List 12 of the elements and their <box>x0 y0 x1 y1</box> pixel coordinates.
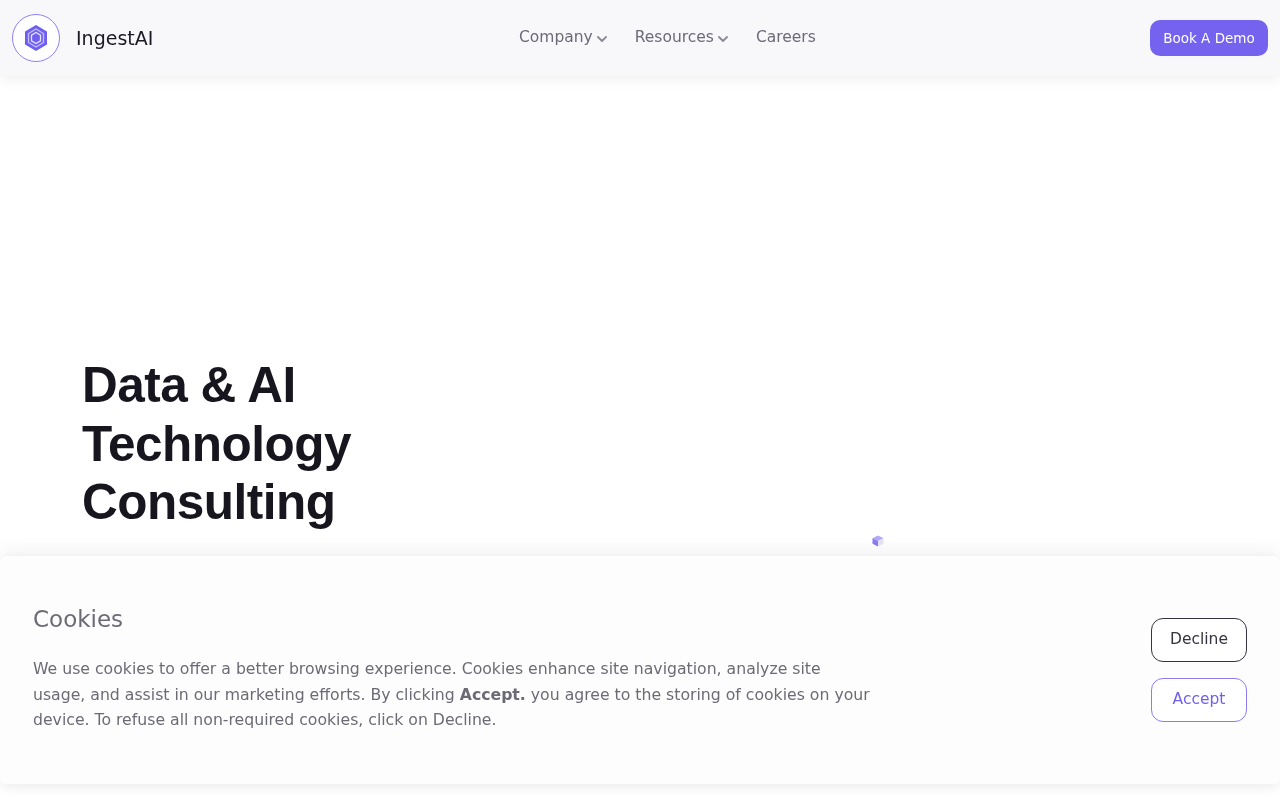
cube-icon <box>872 535 884 547</box>
nav-link[interactable]: Company <box>519 26 607 50</box>
logo-text[interactable]: IngestAI <box>76 23 154 53</box>
hero-heading: Data & AI Technology Consulting <box>82 356 353 531</box>
accept-button[interactable]: Accept <box>1151 678 1247 722</box>
cookie-text: We use cookies to offer a better browsing experience. Cookies enhance site navigation, analyze site usage, and assist in our marketing efforts. By clicking Accept. you agree to the storing of cookies on your device. To refuse all non-required cookies, click on Decline. <box>33 658 871 731</box>
book-demo-button[interactable]: Book A Demo <box>1150 20 1268 56</box>
cookie-title: Cookies <box>33 605 125 634</box>
hexagon-logo-icon[interactable] <box>12 14 60 62</box>
nav-link[interactable]: Resources <box>634 26 728 50</box>
nav-link[interactable]: Careers <box>755 26 816 50</box>
decline-button[interactable]: Decline <box>1151 618 1247 662</box>
